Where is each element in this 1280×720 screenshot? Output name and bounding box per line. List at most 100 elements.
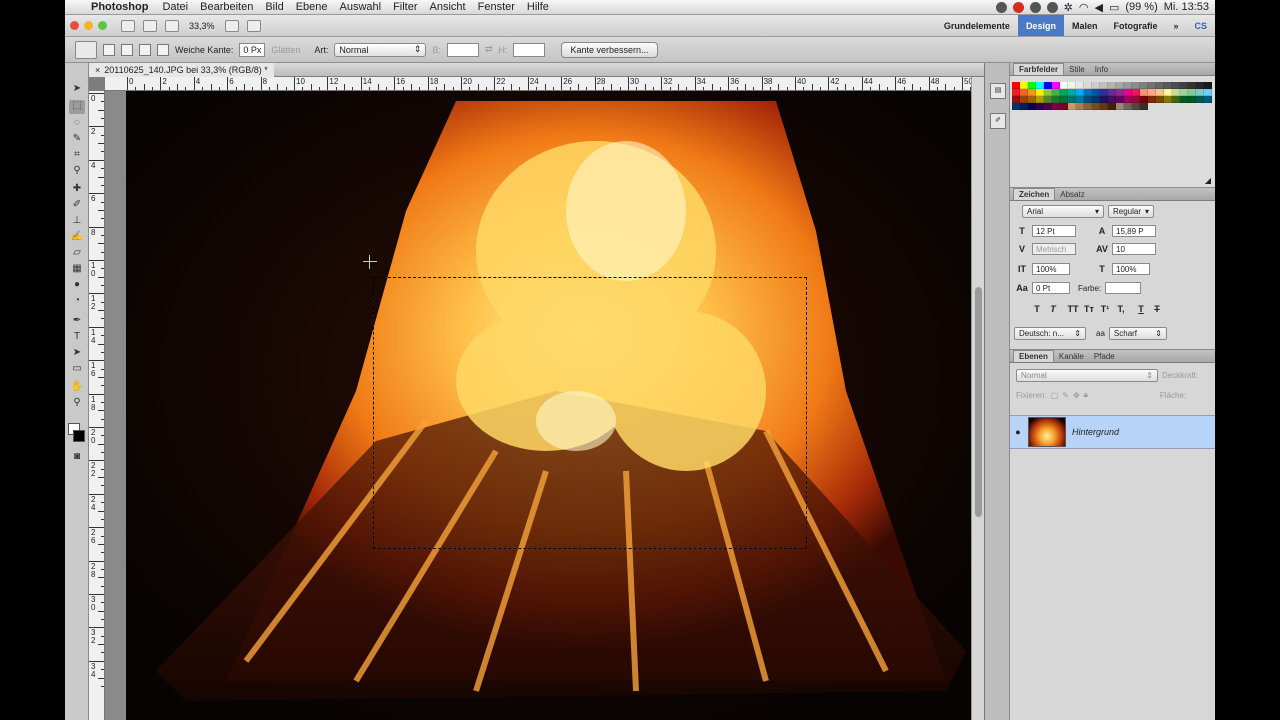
move-tool-icon[interactable]: ➤ xyxy=(69,83,85,97)
color-swatch[interactable] xyxy=(1100,82,1108,89)
refine-edge-button[interactable]: Kante verbessern... xyxy=(561,41,658,58)
color-swatch[interactable] xyxy=(1076,103,1084,110)
hand-tool-icon[interactable]: ✋ xyxy=(69,381,85,395)
strikethrough-button[interactable]: T xyxy=(1150,304,1164,314)
superscript-button[interactable]: T¹ xyxy=(1098,304,1112,314)
canvas-area[interactable] xyxy=(105,91,971,720)
pen-tool-icon[interactable]: ✒ xyxy=(69,315,85,329)
color-swatch[interactable] xyxy=(1164,89,1172,96)
horizontal-ruler[interactable]: 0 2 4 6 8 10 12 14 16 18 20 22 24 26 28 30 32 34 36 38 40 42 4… xyxy=(105,77,971,91)
color-swatch[interactable] xyxy=(1084,89,1092,96)
color-swatch[interactable] xyxy=(1156,89,1164,96)
color-swatch[interactable] xyxy=(1180,89,1188,96)
lock-pixels-icon[interactable]: ✎ xyxy=(1062,391,1069,400)
adobe-icon[interactable] xyxy=(1012,1,1024,13)
color-swatch[interactable] xyxy=(1148,96,1156,103)
color-swatch[interactable] xyxy=(1116,89,1124,96)
visibility-eye-icon[interactable]: ● xyxy=(1010,427,1026,437)
color-swatch[interactable] xyxy=(1044,103,1052,110)
menu-datei[interactable]: Datei xyxy=(156,1,194,13)
add-selection-mode[interactable] xyxy=(121,43,133,56)
color-swatch[interactable] xyxy=(1188,96,1196,103)
gradient-tool-icon[interactable]: ▦ xyxy=(69,263,85,277)
swap-icon[interactable]: ⇄ xyxy=(485,44,493,55)
quick-mask-icon[interactable]: ◙ xyxy=(69,451,85,465)
lock-position-icon[interactable]: ✥ xyxy=(1073,391,1080,400)
tab-absatz[interactable]: Absatz xyxy=(1055,189,1089,200)
workspace-design[interactable]: Design xyxy=(1017,15,1064,36)
blur-tool-icon[interactable]: ● xyxy=(69,279,85,293)
color-swatch[interactable] xyxy=(1132,89,1140,96)
color-swatch[interactable] xyxy=(1028,82,1036,89)
color-swatch[interactable] xyxy=(1044,96,1052,103)
color-swatch[interactable] xyxy=(1068,96,1076,103)
lasso-tool-icon[interactable]: ◌ xyxy=(69,117,85,131)
language-select[interactable]: Deutsch: n... ⇕ xyxy=(1014,327,1086,340)
color-swatch[interactable] xyxy=(1116,82,1124,89)
panel-resize-icon[interactable]: ◢ xyxy=(1205,176,1211,185)
color-swatch[interactable] xyxy=(1076,82,1084,89)
color-swatch[interactable] xyxy=(1020,96,1028,103)
font-style-select[interactable]: Regular ▾ xyxy=(1108,205,1154,218)
layer-name[interactable]: Hintergrund xyxy=(1072,427,1119,437)
color-swatch[interactable] xyxy=(1028,103,1036,110)
color-swatch[interactable] xyxy=(1092,82,1100,89)
tab-info[interactable]: Info xyxy=(1090,64,1113,75)
color-swatch[interactable] xyxy=(1020,89,1028,96)
color-swatch[interactable] xyxy=(1012,96,1020,103)
color-swatch[interactable] xyxy=(1068,82,1076,89)
minimize-window-button[interactable] xyxy=(84,21,93,30)
clock[interactable]: Mi. 13:53 xyxy=(1164,1,1209,13)
color-swatch[interactable] xyxy=(1148,89,1156,96)
color-swatch[interactable] xyxy=(1140,103,1148,110)
color-swatch[interactable] xyxy=(1124,82,1132,89)
tab-ebenen[interactable]: Ebenen xyxy=(1013,350,1054,362)
color-swatch[interactable] xyxy=(1068,89,1076,96)
zoom-window-button[interactable] xyxy=(98,21,107,30)
color-swatch[interactable] xyxy=(1068,103,1076,110)
color-swatch[interactable] xyxy=(1196,96,1204,103)
path-selection-tool-icon[interactable]: ➤ xyxy=(69,347,85,361)
height-input[interactable] xyxy=(513,42,546,57)
new-selection-mode[interactable] xyxy=(103,43,115,56)
menu-fenster[interactable]: Fenster xyxy=(472,1,521,13)
tab-farbfelder[interactable]: Farbfelder xyxy=(1013,63,1065,75)
color-swatch[interactable] xyxy=(1196,89,1204,96)
color-swatch[interactable] xyxy=(1172,82,1180,89)
tab-kanaele[interactable]: Kanäle xyxy=(1054,351,1089,362)
small-caps-button[interactable]: Tт xyxy=(1082,304,1096,314)
font-family-select[interactable]: Arial ▾ xyxy=(1022,205,1104,218)
quick-selection-tool-icon[interactable]: ✎ xyxy=(69,133,85,147)
color-swatch[interactable] xyxy=(1100,89,1108,96)
color-swatch[interactable] xyxy=(1100,96,1108,103)
color-swatch[interactable] xyxy=(1092,96,1100,103)
color-swatch[interactable] xyxy=(1084,82,1092,89)
text-color-swatch[interactable] xyxy=(1105,282,1142,294)
zoom-tool-icon[interactable]: ⚲ xyxy=(69,397,85,411)
subscript-button[interactable]: T, xyxy=(1114,304,1128,314)
color-swatch[interactable] xyxy=(1132,82,1140,89)
horizontal-scale-input[interactable]: 100% xyxy=(1112,263,1150,275)
brush-tool-icon[interactable]: ✐ xyxy=(69,199,85,213)
kerning-input[interactable]: Metrisch xyxy=(1032,243,1076,255)
tool-preset-picker[interactable] xyxy=(75,40,97,59)
color-swatch[interactable] xyxy=(1092,89,1100,96)
color-swatch[interactable] xyxy=(1164,82,1172,89)
tab-zeichen[interactable]: Zeichen xyxy=(1013,188,1056,200)
color-swatch[interactable] xyxy=(1116,96,1124,103)
type-tool-icon[interactable]: T xyxy=(69,331,85,345)
color-swatch[interactable] xyxy=(1036,96,1044,103)
clone-stamp-tool-icon[interactable]: ⊥ xyxy=(69,215,85,229)
zoom-level[interactable]: 33,3% xyxy=(183,21,221,31)
color-swatch[interactable] xyxy=(1116,103,1124,110)
color-swatch[interactable] xyxy=(1180,82,1188,89)
color-swatch[interactable] xyxy=(1124,103,1132,110)
color-swatch[interactable] xyxy=(1076,89,1084,96)
marquee-tool-icon[interactable]: ⬚ xyxy=(69,100,85,114)
close-window-button[interactable] xyxy=(70,21,79,30)
workspace-grundelemente[interactable]: Grundelemente xyxy=(936,15,1018,36)
menu-filter[interactable]: Filter xyxy=(387,1,423,13)
color-swatch[interactable] xyxy=(1108,96,1116,103)
style-select[interactable]: Normal ⇕ xyxy=(334,42,427,57)
screen-icon[interactable] xyxy=(995,1,1007,13)
